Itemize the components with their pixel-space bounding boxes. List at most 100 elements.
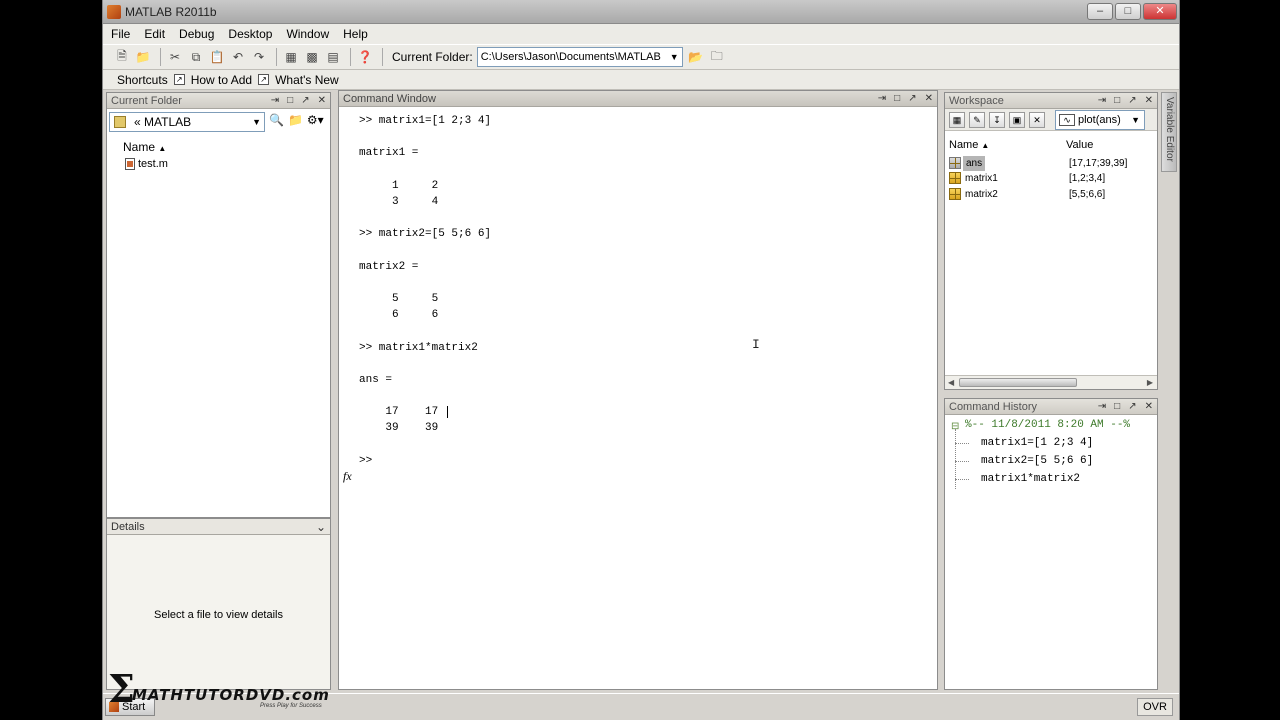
browse-folder-icon[interactable]: 📂	[687, 48, 705, 66]
overwrite-indicator: OVR	[1137, 698, 1173, 716]
import-data-icon[interactable]: ↧	[989, 111, 1005, 128]
variable-icon	[949, 188, 961, 200]
search-icon[interactable]: 🔍	[269, 113, 284, 127]
paste-icon[interactable]: 📋	[208, 48, 226, 66]
profiler-icon[interactable]: ▤	[324, 48, 342, 66]
toolbar-divider	[276, 48, 277, 66]
maximize-icon[interactable]: □	[1114, 399, 1120, 415]
variable-value: [5,5;6,6]	[1069, 189, 1106, 200]
new-variable-icon[interactable]: ▦	[949, 111, 965, 128]
new-file-icon[interactable]: 🗎	[113, 48, 131, 66]
cut-icon[interactable]: ✂	[166, 48, 184, 66]
save-workspace-icon[interactable]: ▣	[1009, 111, 1025, 128]
scroll-left-icon[interactable]: ◀	[948, 376, 954, 389]
name-column-header[interactable]: Name ▲	[949, 136, 989, 154]
toolbar-divider	[160, 48, 161, 66]
undock-icon[interactable]: ⇥	[1098, 399, 1106, 415]
menu-help[interactable]: Help	[343, 27, 368, 41]
chevron-down-icon[interactable]: ▼	[1131, 111, 1140, 129]
menu-window[interactable]: Window	[286, 27, 329, 41]
current-folder-label: Current Folder:	[392, 50, 473, 64]
panel-title: Command Window	[343, 93, 436, 105]
variable-value: [1,2;3,4]	[1069, 173, 1106, 184]
gear-icon[interactable]: ⚙▾	[307, 113, 324, 127]
table-row[interactable]: matrix1 [1,2;3,4]	[949, 171, 1154, 186]
new-folder-icon[interactable]: 📁	[288, 113, 303, 127]
details-header[interactable]: Details ⌄	[107, 519, 330, 535]
shortcut-icon: ↗	[258, 74, 270, 85]
window-controls: – □ ✕	[1087, 3, 1177, 20]
output-line: matrix1 =	[359, 147, 419, 159]
shortcuts-label[interactable]: Shortcuts	[117, 73, 168, 87]
toolbar-divider	[382, 48, 383, 66]
maximize-icon[interactable]: □	[287, 93, 293, 109]
command-prompt[interactable]: >>	[359, 455, 372, 467]
path-prefix: «	[134, 115, 141, 129]
maximize-icon[interactable]: □	[1115, 3, 1141, 20]
undock-icon[interactable]: ⇥	[878, 91, 886, 107]
copy-icon[interactable]: ⧉	[187, 48, 205, 66]
tree-line	[955, 429, 956, 489]
open-folder-icon[interactable]: 📁	[134, 48, 152, 66]
maximize-icon[interactable]: □	[1114, 93, 1120, 109]
function-browser-icon[interactable]: fx	[343, 469, 352, 484]
matlab-logo-icon	[107, 5, 121, 19]
toolbar-divider	[350, 48, 351, 66]
command-history-panel: Command History ⇥ □ ↗ ✕ ⊟ %-- 11/8/2011 …	[944, 398, 1158, 690]
name-column-header[interactable]: Name ▲	[123, 140, 166, 154]
close-icon[interactable]: ✕	[318, 93, 326, 109]
scrollbar-thumb[interactable]	[959, 378, 1077, 387]
close-icon[interactable]: ✕	[1143, 3, 1177, 20]
menu-desktop[interactable]: Desktop	[228, 27, 272, 41]
matlab-window: MATLAB R2011b – □ ✕ File Edit Debug Desk…	[102, 0, 1180, 720]
simulink-icon[interactable]: ▦	[282, 48, 300, 66]
whats-new-link[interactable]: What's New	[275, 73, 339, 87]
dock-icon[interactable]: ↗	[1128, 93, 1136, 109]
undock-icon[interactable]: ⇥	[271, 93, 279, 109]
history-entry[interactable]: matrix2=[5 5;6 6]	[981, 455, 1093, 467]
text-cursor	[447, 406, 448, 418]
plot-selector-value: plot(ans)	[1078, 113, 1121, 126]
history-entry[interactable]: matrix1*matrix2	[981, 473, 1080, 485]
scroll-right-icon[interactable]: ▶	[1147, 376, 1153, 389]
guide-icon[interactable]: ▩	[303, 48, 321, 66]
menu-edit[interactable]: Edit	[144, 27, 165, 41]
how-to-add-link[interactable]: How to Add	[191, 73, 252, 87]
table-row[interactable]: ans [17,17;39,39]	[949, 156, 1154, 171]
current-folder-combobox[interactable]: C:\Users\Jason\Documents\MATLAB ▼	[476, 47, 683, 67]
chevron-down-icon[interactable]: ▼	[252, 113, 261, 131]
tree-branch	[955, 461, 969, 462]
menu-file[interactable]: File	[111, 27, 130, 41]
history-entry[interactable]: matrix1=[1 2;3 4]	[981, 437, 1093, 449]
undo-icon[interactable]: ↶	[229, 48, 247, 66]
table-row[interactable]: matrix2 [5,5;6,6]	[949, 187, 1154, 202]
command-window-body[interactable]: >> matrix1=[1 2;3 4] matrix1 = 1 2 3 4 >…	[339, 107, 937, 689]
dock-icon[interactable]: ↗	[908, 91, 916, 107]
variable-icon	[949, 172, 961, 184]
maximize-icon[interactable]: □	[894, 91, 900, 107]
close-icon[interactable]: ✕	[1145, 93, 1153, 109]
undock-icon[interactable]: ⇥	[1098, 93, 1106, 109]
plot-selector-dropdown[interactable]: ∿ plot(ans) ▼	[1055, 109, 1145, 130]
menu-debug[interactable]: Debug	[179, 27, 214, 41]
close-icon[interactable]: ✕	[1145, 399, 1153, 415]
open-variable-icon[interactable]: ✎	[969, 111, 985, 128]
value-column-header[interactable]: Value	[1066, 136, 1093, 154]
folder-path-combobox[interactable]: « MATLAB ▼	[109, 112, 265, 132]
up-folder-icon[interactable]: 🗀	[708, 48, 726, 66]
dock-icon[interactable]: ↗	[301, 93, 309, 109]
variable-name: matrix2	[965, 189, 998, 200]
close-icon[interactable]: ✕	[925, 91, 933, 107]
chevron-down-icon[interactable]: ▼	[670, 48, 679, 66]
help-icon[interactable]: ❓	[356, 48, 374, 66]
minimize-icon[interactable]: –	[1087, 3, 1113, 20]
horizontal-scrollbar[interactable]: ◀ ▶	[945, 375, 1157, 389]
chevron-down-icon[interactable]: ⌄	[316, 519, 326, 535]
menu-bar: File Edit Debug Desktop Window Help	[103, 24, 1179, 44]
list-item[interactable]: test.m	[125, 158, 168, 170]
variable-editor-tab[interactable]: Variable Editor	[1161, 92, 1177, 172]
delete-variable-icon[interactable]: ✕	[1029, 111, 1045, 128]
dock-icon[interactable]: ↗	[1128, 399, 1136, 415]
redo-icon[interactable]: ↷	[250, 48, 268, 66]
main-toolbar: 🗎 📁 ✂ ⧉ 📋 ↶ ↷ ▦ ▩ ▤ ❓ Current Folder: C:…	[103, 44, 1179, 70]
